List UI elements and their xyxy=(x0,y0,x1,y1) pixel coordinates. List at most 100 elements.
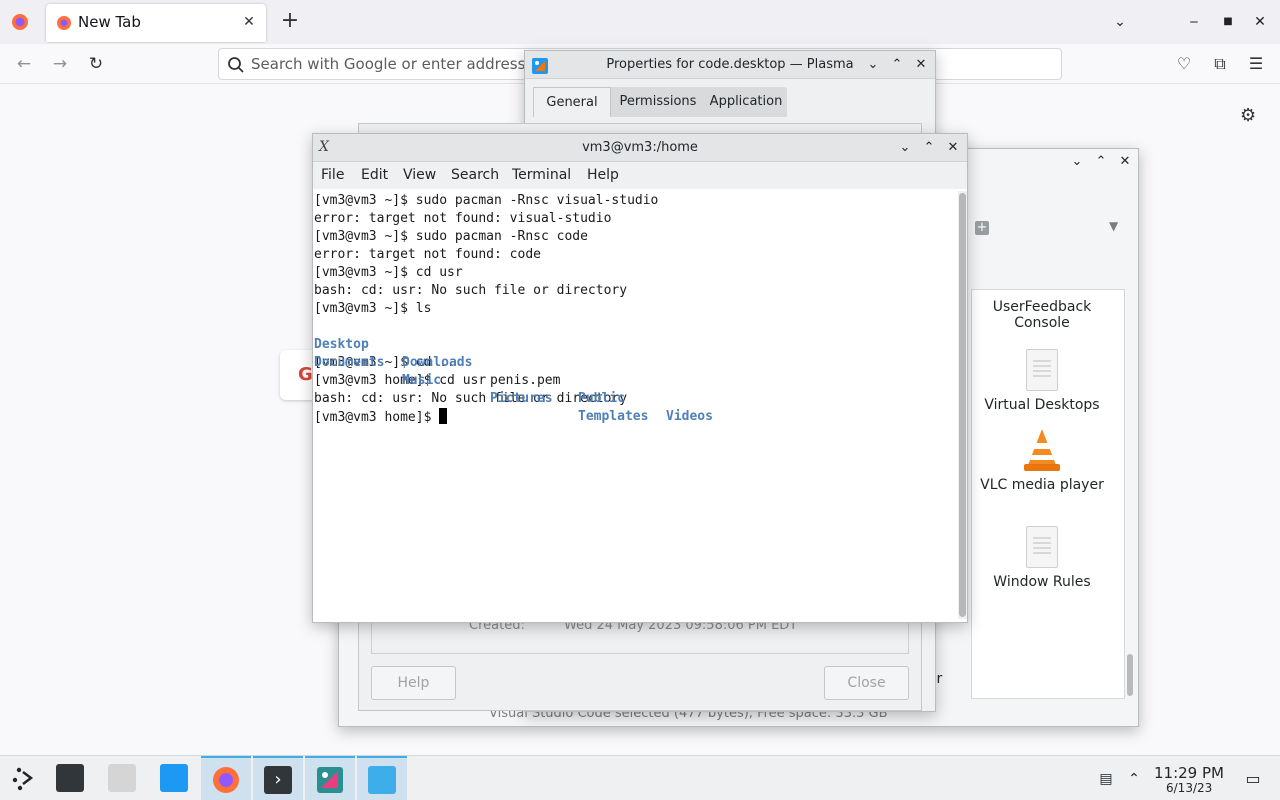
launcher-icon xyxy=(12,767,34,791)
terminal-icon: › xyxy=(264,766,292,794)
maximize-icon[interactable]: ⌃ xyxy=(887,55,907,75)
plasma-icon xyxy=(317,767,343,793)
minimize-icon[interactable]: ⌄ xyxy=(1067,152,1087,172)
terminal-window: X vm3@vm3:/home ⌄ ⌃ ✕ File Edit View Sea… xyxy=(312,133,968,623)
search-icon xyxy=(228,57,244,73)
ls-entry: Templates xyxy=(578,409,649,424)
pocket-icon[interactable]: ♡ xyxy=(1174,54,1194,74)
maximize-icon[interactable]: ■ xyxy=(1218,12,1238,32)
firefox-tab-bar: New Tab ✕ + ⌄ ‒ ■ ✕ xyxy=(0,0,1280,44)
taskbar-terminal[interactable]: › xyxy=(253,756,303,800)
menu-search[interactable]: Search xyxy=(451,167,499,183)
taskbar-firefox[interactable] xyxy=(201,756,251,800)
firefox-tab-icon xyxy=(57,16,71,30)
add-icon[interactable]: + xyxy=(975,221,989,235)
item-label: Window Rules xyxy=(993,574,1091,590)
firefox-icon xyxy=(213,767,239,793)
taskbar-dolphin[interactable] xyxy=(149,756,199,800)
taskbar-files[interactable] xyxy=(97,756,147,800)
taskbar-folder[interactable] xyxy=(357,756,407,800)
extensions-icon[interactable]: ⧉ xyxy=(1210,54,1230,74)
item-label: VLC media player xyxy=(980,477,1104,493)
ls-output-row: Documents Music Pictures Templates xyxy=(314,336,957,424)
document-icon xyxy=(1026,526,1058,568)
dropdown-arrow-icon[interactable]: ▼ xyxy=(1109,219,1118,233)
ls-entry: penis.pem xyxy=(490,373,561,388)
back-icon[interactable]: ← xyxy=(14,54,34,74)
menu-terminal[interactable]: Terminal xyxy=(512,167,571,183)
file-icon xyxy=(108,764,136,792)
terminal-menubar: File Edit View Search Terminal Help xyxy=(313,162,967,189)
clock-date[interactable]: 6/13/23 xyxy=(1166,781,1212,795)
firefox-logo-icon[interactable] xyxy=(10,12,30,32)
text-cursor xyxy=(439,408,448,424)
menu-edit[interactable]: Edit xyxy=(361,167,388,183)
terminal-line: [vm3@vm3 ~]$ cd usr xyxy=(314,265,463,280)
taskbar: › ▤ ⌃ ▭ xyxy=(0,755,1280,800)
terminal-line: [vm3@vm3 ~]$ ls xyxy=(314,301,432,316)
minimize-icon[interactable]: ⌄ xyxy=(863,55,883,75)
clipboard-icon[interactable]: ▤ xyxy=(1097,770,1115,788)
application-launcher[interactable] xyxy=(0,756,50,800)
google-icon: G xyxy=(298,364,313,385)
list-item-userfeedback-console[interactable]: UserFeedback Console xyxy=(967,299,1117,331)
ls-entry: Music xyxy=(402,373,442,388)
reload-icon[interactable]: ↻ xyxy=(86,54,106,74)
close-button[interactable]: Close xyxy=(824,666,909,700)
taskbar-system-settings[interactable] xyxy=(45,756,95,800)
help-button[interactable]: Help xyxy=(371,666,456,700)
minimize-icon[interactable]: ⌄ xyxy=(895,138,915,158)
scrollbar[interactable] xyxy=(1127,654,1133,696)
taskbar-plasma-properties[interactable] xyxy=(305,756,355,800)
list-item-window-rules[interactable]: Window Rules xyxy=(967,526,1117,590)
maximize-icon[interactable]: ⌃ xyxy=(1091,152,1111,172)
tab-permissions[interactable]: Permissions xyxy=(613,87,703,117)
terminal-output[interactable]: [vm3@vm3 ~]$ sudo pacman -Rnsc visual-st… xyxy=(313,190,957,622)
close-icon[interactable]: ✕ xyxy=(1115,152,1135,172)
ls-entry: Documents xyxy=(314,355,385,370)
menu-view[interactable]: View xyxy=(403,167,436,183)
ls-entry: Pictures xyxy=(490,391,553,406)
item-label-line2: Console xyxy=(1014,315,1070,331)
settings-icon xyxy=(56,764,84,792)
list-item-virtual-desktops[interactable]: Virtual Desktops xyxy=(967,349,1117,413)
properties-tabs: General Permissions Application xyxy=(533,87,787,117)
show-desktop-icon[interactable]: ▭ xyxy=(1244,770,1262,788)
terminal-line: [vm3@vm3 ~]$ sudo pacman -Rnsc code xyxy=(314,229,588,244)
tab-application[interactable]: Application xyxy=(705,87,787,117)
folder-icon xyxy=(160,764,188,792)
forward-icon[interactable]: → xyxy=(50,54,70,74)
document-icon xyxy=(1026,349,1058,391)
gear-icon[interactable]: ⚙ xyxy=(1240,107,1258,125)
terminal-titlebar[interactable]: X vm3@vm3:/home ⌄ ⌃ ✕ xyxy=(313,134,967,162)
clock-time[interactable]: 11:29 PM xyxy=(1154,764,1224,782)
terminal-line: bash: cd: usr: No such file or directory xyxy=(314,283,628,298)
close-icon[interactable]: ✕ xyxy=(911,55,931,75)
tab-label: New Tab xyxy=(78,13,141,31)
new-tab-button[interactable]: + xyxy=(280,10,300,32)
close-tab-icon[interactable]: ✕ xyxy=(240,13,258,31)
close-window-icon[interactable]: ✕ xyxy=(1250,12,1270,32)
window-title: vm3@vm3:/home xyxy=(582,140,698,155)
item-label: Virtual Desktops xyxy=(984,397,1100,413)
tab-general[interactable]: General xyxy=(533,87,611,117)
properties-titlebar[interactable]: Properties for code.desktop — Plasma ⌄ ⌃… xyxy=(525,51,935,79)
menu-file[interactable]: File xyxy=(321,167,344,183)
list-item-vlc-media-player[interactable]: VLC media player xyxy=(967,427,1117,493)
menu-help[interactable]: Help xyxy=(587,167,619,183)
terminal-line: error: target not found: visual-studio xyxy=(314,211,612,226)
show-hidden-icons-chevron-icon[interactable]: ⌃ xyxy=(1125,770,1143,788)
maximize-icon[interactable]: ⌃ xyxy=(919,138,939,158)
terminal-line: bash: cd: usr: No such file or directory xyxy=(314,391,628,406)
ls-entry: Videos xyxy=(666,409,713,424)
terminal-line: [vm3@vm3 ~]$ sudo pacman -Rnsc visual-st… xyxy=(314,193,659,208)
terminal-scrollbar[interactable] xyxy=(958,191,967,619)
folder-icon xyxy=(368,766,396,794)
scrollbar-thumb[interactable] xyxy=(959,193,966,617)
menu-icon[interactable]: ☰ xyxy=(1246,54,1266,74)
ls-entry: Downloads xyxy=(402,355,473,370)
close-icon[interactable]: ✕ xyxy=(943,138,963,158)
list-tabs-icon[interactable]: ⌄ xyxy=(1110,12,1130,32)
tab-new-tab[interactable]: New Tab ✕ xyxy=(46,4,266,42)
minimize-icon[interactable]: ‒ xyxy=(1184,12,1204,32)
